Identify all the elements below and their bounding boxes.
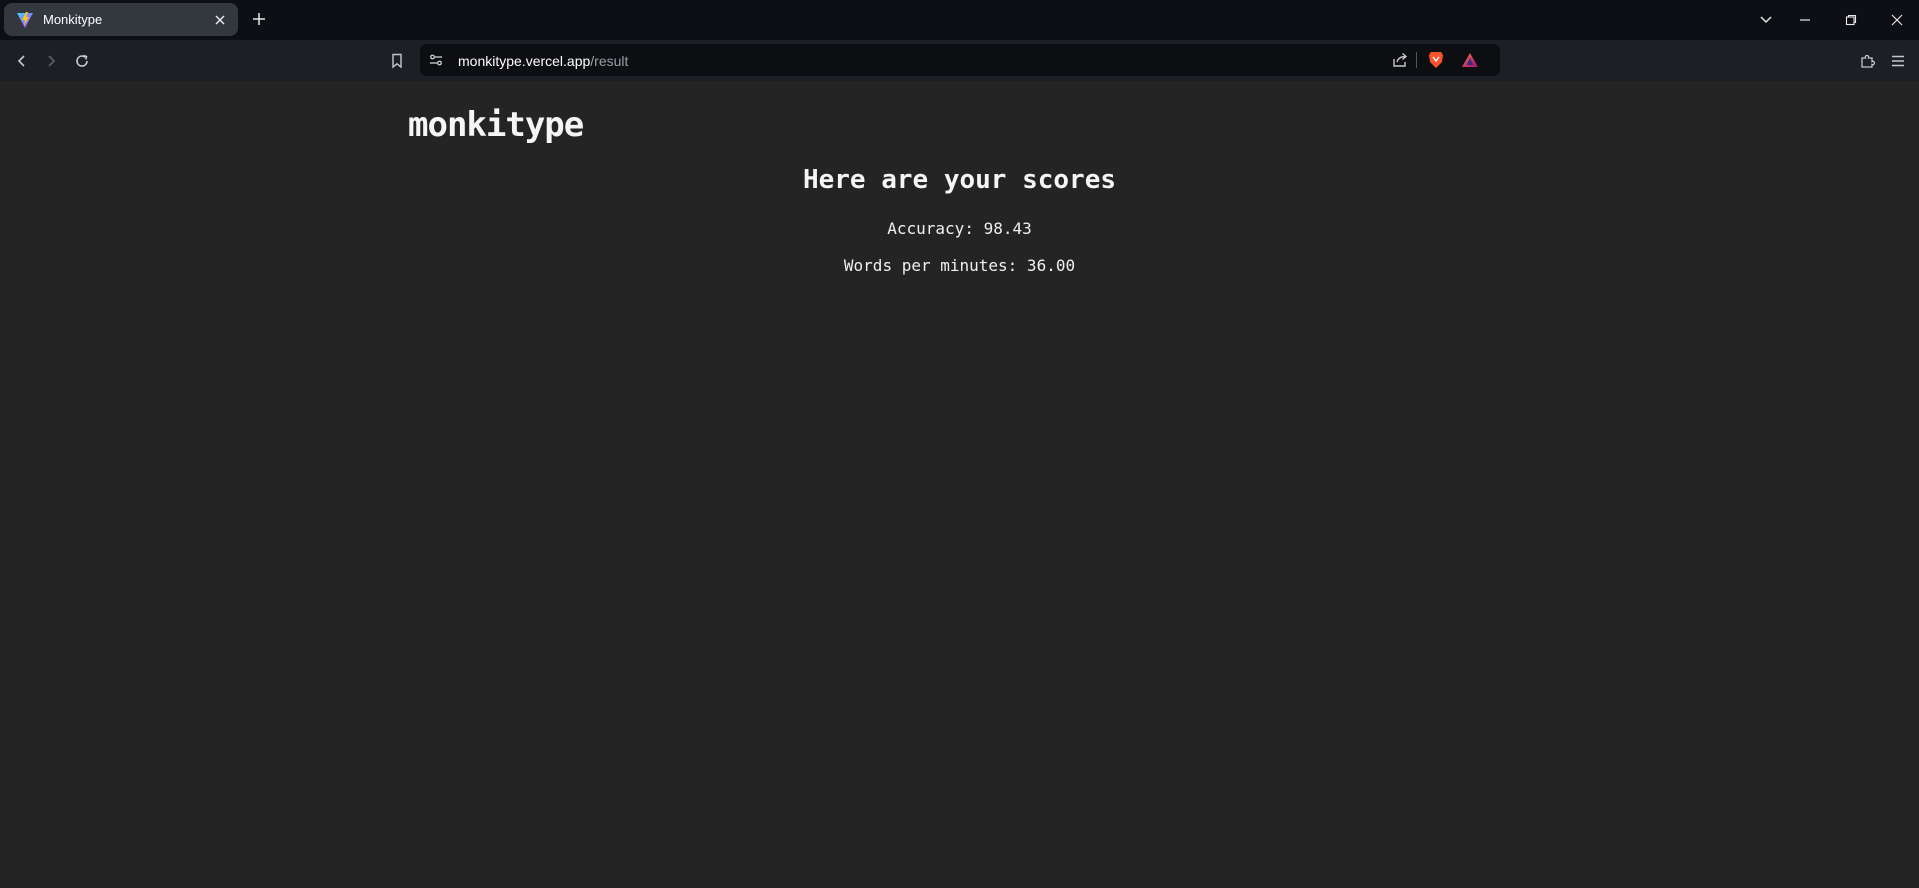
site-settings-icon[interactable] [426, 50, 446, 70]
wpm-score: Words per minutes: 36.00 [843, 256, 1076, 275]
page-content: monkitype Here are your scores Accuracy:… [0, 81, 1919, 888]
url-path: /result [590, 53, 629, 69]
bookmark-icon[interactable] [385, 49, 409, 73]
plus-icon[interactable] [248, 8, 270, 30]
restore-icon[interactable] [1836, 6, 1866, 34]
url-host: monkitype.vercel.app [458, 53, 591, 69]
back-arrow-icon[interactable] [10, 49, 34, 73]
tab-search-icon[interactable] [1751, 6, 1781, 34]
address-bar[interactable]: monkitype.vercel.app/result [420, 44, 1500, 76]
brave-shields-icon[interactable] [1426, 50, 1446, 70]
reload-icon[interactable] [70, 49, 94, 73]
tab-strip: Monkitype [0, 0, 1919, 40]
brave-rewards-icon[interactable] [1460, 50, 1480, 70]
tab-monkitype[interactable]: Monkitype [4, 3, 238, 36]
minimize-icon[interactable] [1790, 6, 1820, 34]
close-icon[interactable] [210, 10, 230, 30]
share-icon[interactable] [1390, 50, 1410, 70]
vite-logo-icon [16, 11, 34, 29]
hamburger-menu-icon[interactable] [1886, 49, 1910, 73]
puzzle-icon[interactable] [1856, 49, 1880, 73]
page-title: Here are your scores [802, 165, 1117, 195]
accuracy-score: Accuracy: 98.43 [887, 219, 1032, 238]
forward-arrow-icon[interactable] [39, 49, 63, 73]
browser-toolbar: monkitype.vercel.app/result [0, 40, 1919, 81]
tab-title: Monkitype [43, 12, 103, 27]
site-logo[interactable]: monkitype [408, 105, 584, 145]
url-text[interactable]: monkitype.vercel.app/result [458, 53, 628, 69]
divider [1416, 52, 1417, 68]
window-close-icon[interactable] [1882, 6, 1912, 34]
